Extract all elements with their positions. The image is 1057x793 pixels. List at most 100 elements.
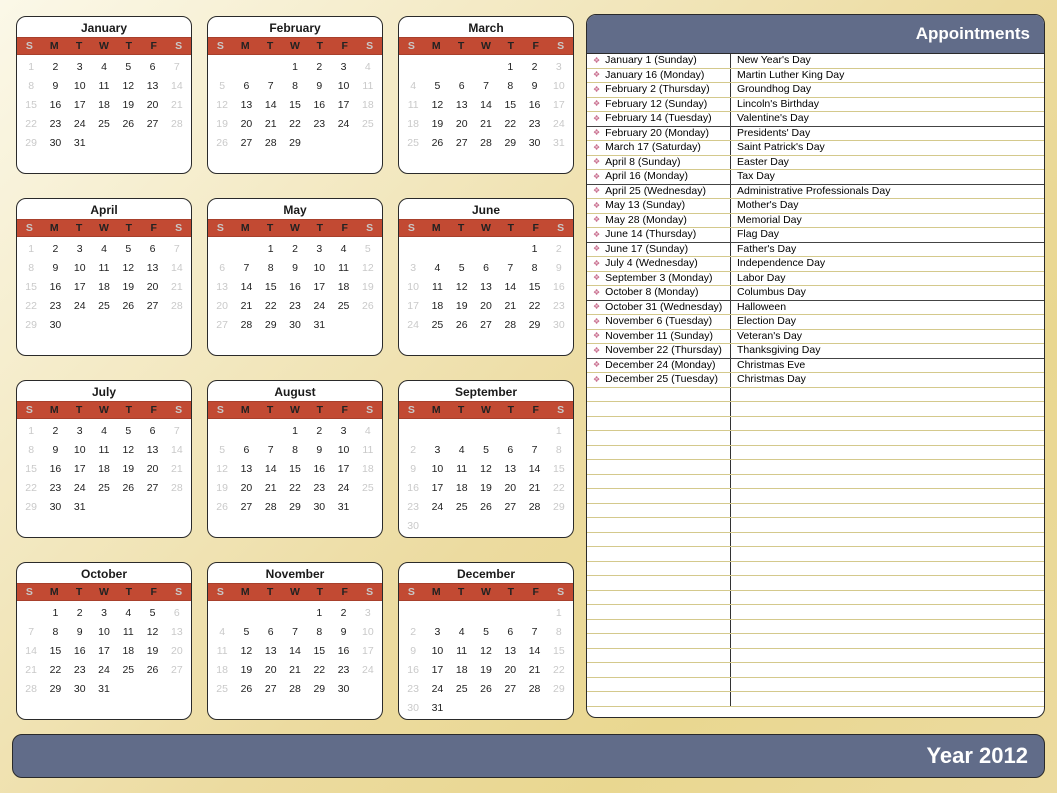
day-cell: 28 [165, 118, 189, 130]
day-cell: 20 [474, 300, 498, 312]
appointment-name [731, 417, 1044, 431]
appointment-date [587, 402, 731, 416]
dow-cell: T [449, 584, 474, 600]
appointment-date-text: January 1 (Sunday) [605, 54, 697, 68]
day-cell: 20 [234, 482, 258, 494]
dow-cell: F [141, 220, 166, 236]
day-cell: 11 [401, 99, 425, 111]
day-cell: 10 [331, 444, 355, 456]
day-cell: 6 [234, 80, 258, 92]
day-cell: 7 [234, 262, 258, 274]
appointment-date [587, 576, 731, 590]
appointment-date: ❖January 16 (Monday) [587, 69, 731, 83]
dow-cell: T [116, 38, 141, 54]
day-cell: 18 [92, 99, 116, 111]
day-cell: 24 [425, 683, 449, 695]
day-cell: 2 [307, 425, 331, 437]
appointment-row-empty [587, 402, 1044, 417]
day-cell: 16 [43, 99, 67, 111]
day-cell: 22 [498, 118, 522, 130]
day-cell: 10 [307, 262, 331, 274]
month-july: JulySMTWTFS12345678910111213141516171819… [16, 380, 192, 538]
day-cell: 6 [498, 626, 522, 638]
day-cell: 21 [19, 664, 43, 676]
dow-cell: M [42, 584, 67, 600]
day-cell: 25 [450, 683, 474, 695]
day-cell: 12 [116, 80, 140, 92]
day-cell: 23 [522, 118, 546, 130]
appointment-date-text: October 31 (Wednesday) [605, 301, 722, 315]
day-cell: 30 [401, 702, 425, 714]
dow-cell: S [399, 38, 424, 54]
day-cell: 2 [43, 61, 67, 73]
day-cell: 9 [43, 262, 67, 274]
dow-cell: M [233, 38, 258, 54]
dow-cell: S [357, 402, 382, 418]
day-cell: 16 [43, 281, 67, 293]
appointment-name: New Year's Day [731, 54, 1044, 68]
day-cell: 26 [116, 482, 140, 494]
month-title: December [399, 563, 573, 583]
dow-cell: W [283, 38, 308, 54]
dow-cell: T [449, 220, 474, 236]
appointment-row-empty [587, 591, 1044, 606]
month-title: February [208, 17, 382, 37]
day-cell: 21 [259, 482, 283, 494]
day-cell: 10 [331, 80, 355, 92]
appointment-row-empty [587, 446, 1044, 461]
day-cell: 31 [92, 683, 116, 695]
appointment-date [587, 562, 731, 576]
day-cell: 8 [43, 626, 67, 638]
appointment-date [587, 417, 731, 431]
appointment-date: ❖June 14 (Thursday) [587, 228, 731, 242]
month-june: JuneSMTWTFS12345678910111213141516171819… [398, 198, 574, 356]
dow-cell: S [17, 38, 42, 54]
day-cell: 29 [19, 319, 43, 331]
dow-row: SMTWTFS [399, 583, 573, 601]
diamond-bullet-icon: ❖ [593, 57, 600, 65]
day-cell: 6 [140, 243, 164, 255]
day-cell: 6 [450, 80, 474, 92]
day-cell: 15 [259, 281, 283, 293]
day-cell: 23 [401, 501, 425, 513]
day-cell: 29 [498, 137, 522, 149]
appointment-name: Columbus Day [731, 286, 1044, 300]
day-cell: 18 [116, 645, 140, 657]
days-grid: 1234567891011121314151617181920212223242… [399, 55, 573, 173]
dow-cell: T [67, 38, 92, 54]
month-april: AprilSMTWTFS1234567891011121314151617181… [16, 198, 192, 356]
appointment-date [587, 663, 731, 677]
appointment-date-text: September 3 (Monday) [605, 272, 712, 286]
day-cell: 16 [307, 463, 331, 475]
day-cell: 7 [165, 61, 189, 73]
month-august: AugustSMTWTFS123456789101112131415161718… [207, 380, 383, 538]
dow-cell: F [141, 38, 166, 54]
day-cell: 20 [140, 463, 164, 475]
day-cell: 17 [356, 645, 380, 657]
dow-cell: F [141, 584, 166, 600]
month-title: August [208, 381, 382, 401]
dow-cell: S [166, 402, 191, 418]
day-cell: 2 [401, 444, 425, 456]
day-cell: 4 [356, 425, 380, 437]
day-cell: 23 [331, 664, 355, 676]
day-cell: 28 [234, 319, 258, 331]
day-cell: 2 [401, 626, 425, 638]
calendar-page: JanuarySMTWTFS12345678910111213141516171… [0, 0, 1057, 793]
appointment-date: ❖February 12 (Sunday) [587, 98, 731, 112]
day-cell: 8 [283, 444, 307, 456]
day-cell: 23 [283, 300, 307, 312]
day-cell: 7 [259, 444, 283, 456]
day-cell: 22 [43, 664, 67, 676]
appointment-name [731, 431, 1044, 445]
diamond-bullet-icon: ❖ [593, 129, 600, 137]
appointment-name [731, 475, 1044, 489]
day-cell: 29 [259, 319, 283, 331]
day-cell: 16 [43, 463, 67, 475]
appointment-date: ❖September 3 (Monday) [587, 272, 731, 286]
days-grid: 1234567891011121314151617181920212223242… [17, 55, 191, 173]
day-cell: 20 [140, 281, 164, 293]
day-cell: 4 [92, 61, 116, 73]
appointment-date [587, 431, 731, 445]
dow-cell: W [283, 584, 308, 600]
